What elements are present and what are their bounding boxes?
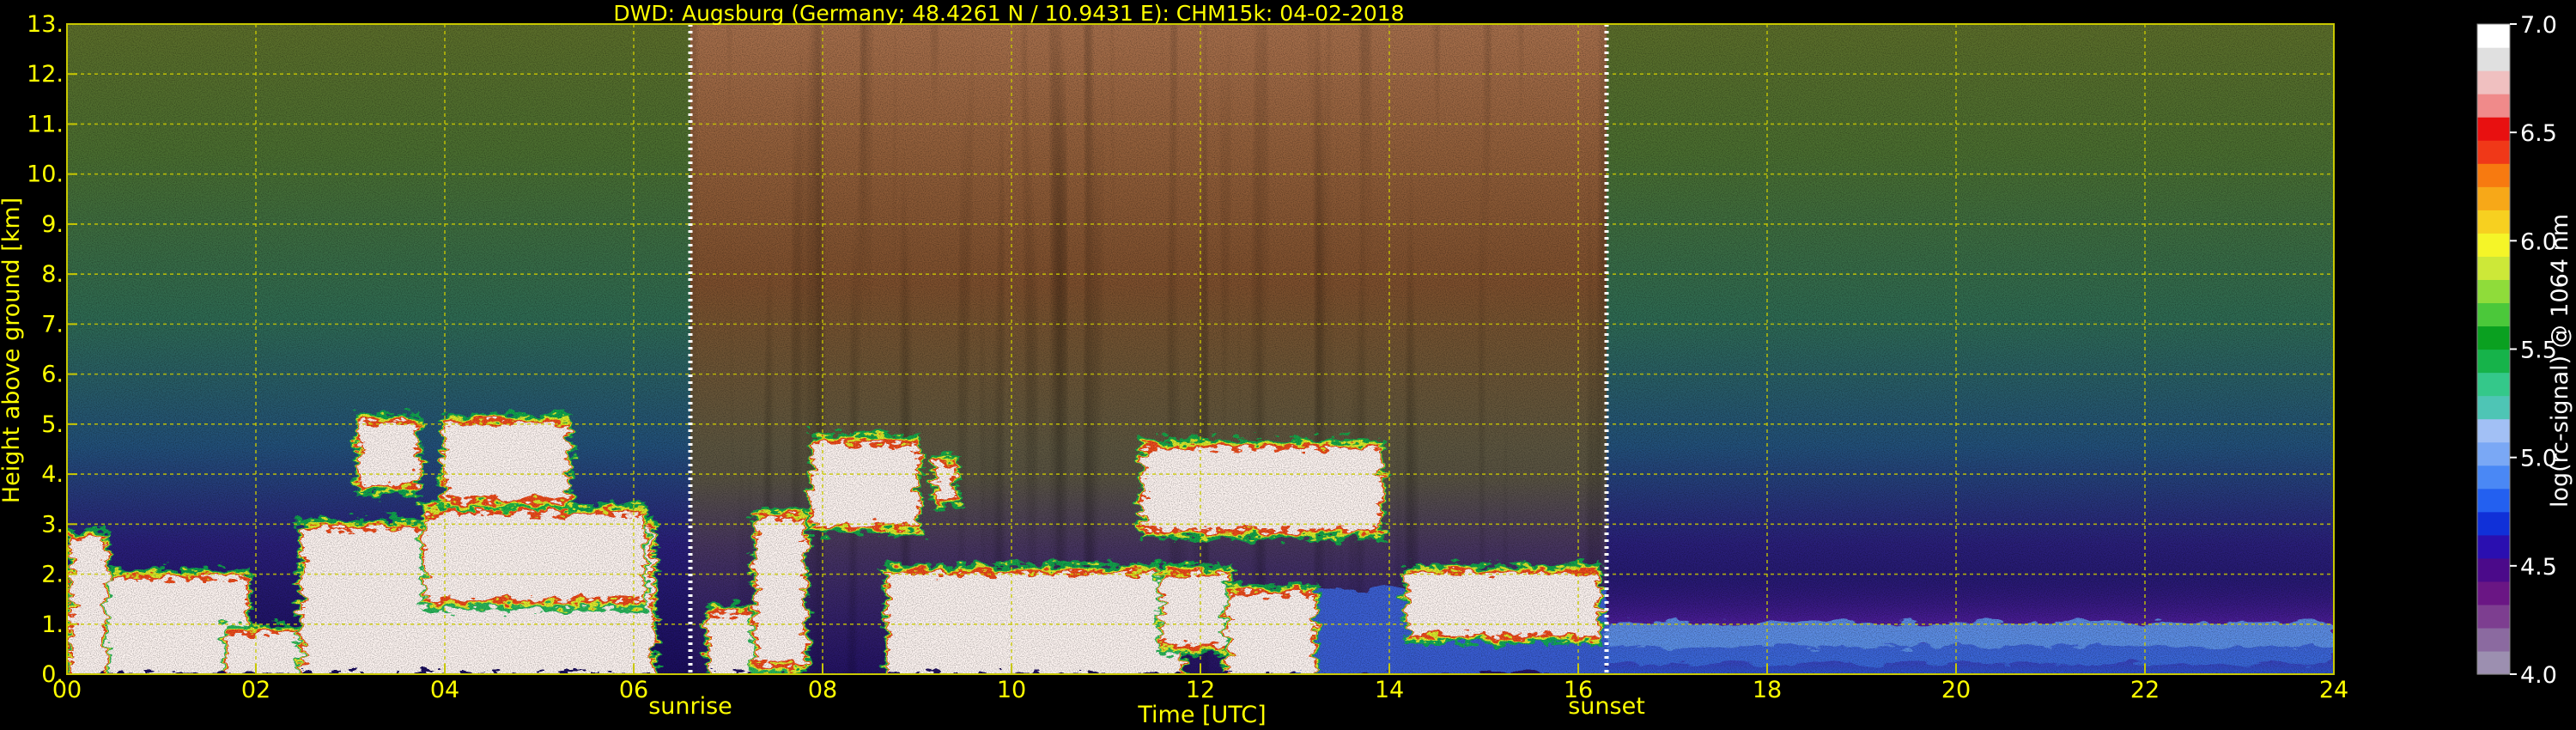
x-tick-label: 14 [1375,677,1404,703]
x-tick-label: 22 [2130,677,2160,703]
colorbar-segment [2477,511,2510,536]
colorbar-segment [2477,650,2510,675]
y-tick-label: 9. [41,211,64,238]
colorbar: 4.04.55.05.56.06.57.0 [2476,12,2557,689]
colorbar-segment [2477,534,2510,559]
x-tick-label: 06 [619,677,648,703]
x-tick-label: 02 [241,677,270,703]
colorbar-segment [2477,557,2510,582]
colorbar-segment [2477,233,2510,257]
colorbar-segment [2477,47,2510,71]
sunrise-label: sunrise [648,693,732,720]
colorbar-segment [2477,117,2510,141]
colorbar-segment [2477,349,2510,374]
y-tick-label: 7. [41,311,64,338]
colorbar-tick-label: 4.5 [2520,554,2557,581]
colorbar-segment [2477,302,2510,327]
y-tick-label: 12. [27,61,64,88]
x-tick-label: 08 [808,677,837,703]
colorbar-segment [2477,441,2510,466]
y-tick-label: 10. [27,161,64,188]
colorbar-label: log(rc-signal) @ 1064 nm [2547,214,2573,508]
y-tick-label: 6. [41,362,64,388]
y-tick-label: 5. [41,411,64,438]
colorbar-segment [2477,210,2510,234]
colorbar-segment [2477,372,2510,397]
colorbar-segment [2477,604,2510,629]
y-tick-label: 8. [41,261,64,288]
backscatter-chart: sunrise sunset 00 02 04 06 08 10 12 14 16 18 20 22 24… [0,1,2573,728]
colorbar-segment [2477,163,2510,187]
x-tick-label: 12 [1186,677,1215,703]
x-tick-label: 18 [1753,677,1782,703]
colorbar-tick-label: 6.5 [2520,120,2557,147]
x-tick-label: 10 [997,677,1026,703]
colorbar-segment [2477,140,2510,164]
colorbar-segment [2477,581,2510,605]
y-tick-label: 11. [27,111,64,137]
colorbar-segment [2477,279,2510,304]
colorbar-segment [2477,395,2510,420]
x-tick-label: 24 [2319,677,2348,703]
x-axis-label: Time [UTC] [1137,702,1266,728]
x-tick-label: 16 [1564,677,1593,703]
x-tick-label: 04 [430,677,459,703]
y-tick-label: 4. [41,461,64,488]
colorbar-segment [2477,94,2510,118]
colorbar-segment [2477,256,2510,280]
colorbar-segment [2477,325,2510,350]
chart-title: DWD: Augsburg (Germany; 48.4261 N / 10.9… [613,1,1404,26]
plot-area [67,24,2334,674]
colorbar-segment [2477,186,2510,210]
colorbar-segment [2477,627,2510,652]
y-tick-label: 0. [41,661,64,688]
y-tick-label: 3. [41,511,64,538]
colorbar-segment [2477,465,2510,490]
y-tick-label: 2. [41,562,64,588]
colorbar-tick-label: 4.0 [2520,662,2557,689]
colorbar-tick-label: 7.0 [2520,12,2557,39]
colorbar-segment [2477,418,2510,443]
y-axis-label: Height above ground [km] [0,198,25,503]
colorbar-segment [2477,488,2510,513]
x-tick-label: 20 [1941,677,1971,703]
colorbar-segment [2477,70,2510,94]
colorbar-segment [2477,24,2510,48]
y-tick-label: 1. [41,611,64,638]
y-tick-label: 13. [27,11,64,38]
